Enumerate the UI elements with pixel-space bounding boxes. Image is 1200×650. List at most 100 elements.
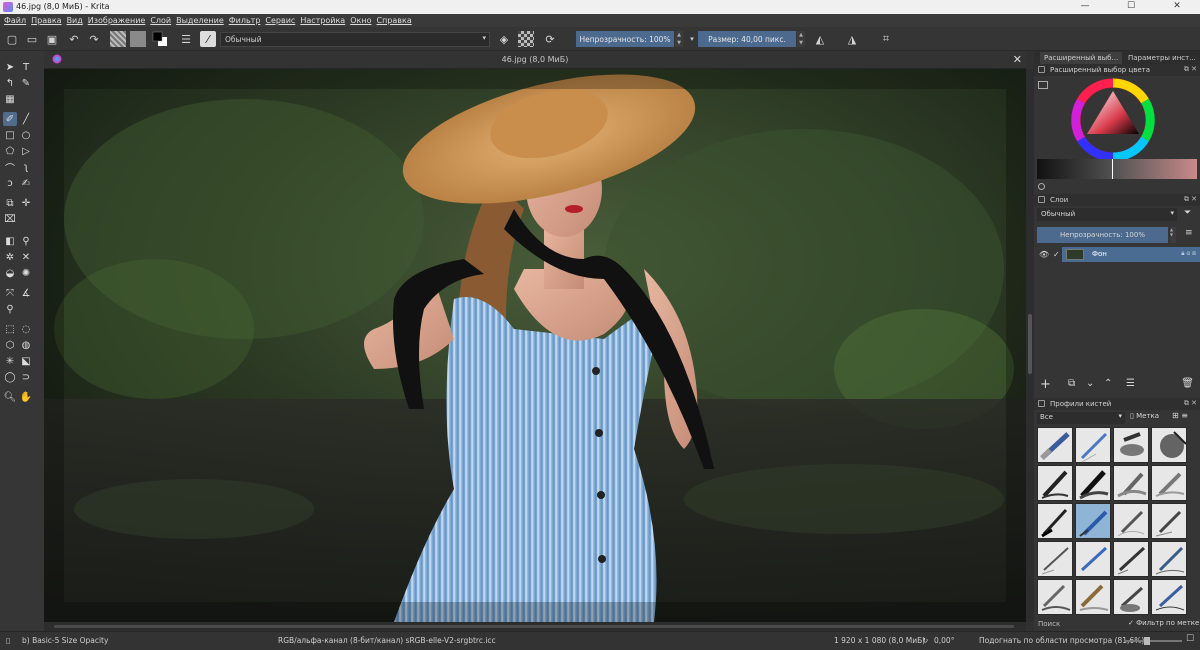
brush-preset[interactable]	[1037, 579, 1073, 615]
edit-shapes-tool-icon[interactable]: ↰	[3, 76, 17, 90]
duplicate-layer-icon[interactable]: ⧉	[1068, 378, 1075, 389]
color-selector[interactable]	[1034, 77, 1200, 192]
fg-bg-color-icon[interactable]	[152, 31, 168, 47]
color-settings-icon[interactable]	[1038, 81, 1048, 89]
close-document-icon[interactable]: ✕	[1013, 53, 1022, 66]
menu-settings[interactable]: Настройка	[300, 16, 345, 25]
undo-icon[interactable]: ↶	[66, 31, 82, 47]
layers-opacity-slider[interactable]: Непрозрачность: 100%	[1037, 227, 1168, 243]
docker-lock-icon[interactable]	[1038, 196, 1045, 203]
brush-preset[interactable]	[1151, 579, 1187, 615]
brush-preset-icon[interactable]: ⁄	[200, 31, 216, 47]
menu-view[interactable]: Вид	[67, 16, 83, 25]
mirror-vertical-icon[interactable]: ◮	[844, 31, 860, 47]
opacity-spin-icon[interactable]: ▲ ▼	[675, 31, 683, 47]
brush-search-input[interactable]: Поиск	[1038, 620, 1060, 628]
layer-filter-icon[interactable]: ⏷	[1184, 208, 1191, 218]
layer-checkbox-icon[interactable]: ✓	[1053, 250, 1060, 259]
menu-layer[interactable]: Слой	[150, 16, 171, 25]
rotation-value[interactable]: 0,00°	[934, 636, 954, 645]
enclose-fill-tool-icon[interactable]: ✺	[19, 266, 33, 280]
brush-preset[interactable]	[1037, 503, 1073, 539]
horizontal-scrollbar[interactable]	[44, 622, 1026, 631]
delete-layer-icon[interactable]: 🗑︎	[1181, 378, 1194, 389]
brush-preset[interactable]	[1075, 541, 1111, 577]
brush-preset[interactable]	[1113, 427, 1149, 463]
brush-preset[interactable]	[1151, 503, 1187, 539]
polyline-tool-icon[interactable]: ▷	[19, 144, 33, 158]
freehand-path-tool-icon[interactable]: ʅ	[19, 160, 33, 174]
zoom-options-icon[interactable]: ☐	[1186, 634, 1194, 644]
color-picker-tool-icon[interactable]: ⚲	[19, 234, 33, 248]
brush-preset[interactable]	[1037, 541, 1073, 577]
layers-blend-select[interactable]: Обычный ▾	[1037, 208, 1177, 221]
reference-images-tool-icon[interactable]: ▦	[3, 92, 17, 106]
wrap-around-icon[interactable]: ⌗	[878, 31, 894, 47]
brush-preset[interactable]	[1113, 541, 1149, 577]
brush-preset[interactable]	[1037, 427, 1073, 463]
layer-options-icon[interactable]: ≡	[1185, 228, 1193, 238]
brush-preset[interactable]	[1151, 427, 1187, 463]
brush-preset[interactable]	[1113, 503, 1149, 539]
move-layer-down-icon[interactable]: ⌄	[1086, 378, 1094, 389]
text-tool-icon[interactable]: T	[19, 60, 33, 74]
blend-mode-select[interactable]: Обычный ▾	[220, 32, 490, 47]
document-tab-title[interactable]: 46.jpg (8,0 МиБ)	[44, 55, 1026, 64]
brush-preset[interactable]	[1113, 579, 1149, 615]
dynamic-brush-tool-icon[interactable]: ↄ	[3, 176, 17, 190]
menu-edit[interactable]: Правка	[31, 16, 61, 25]
freehand-brush-tool-icon[interactable]: ✐	[3, 112, 17, 126]
add-layer-icon[interactable]: +	[1040, 377, 1051, 392]
scroll-thumb[interactable]	[54, 625, 1014, 628]
brush-preset[interactable]	[1075, 427, 1111, 463]
vertical-scrollbar[interactable]	[1026, 69, 1034, 622]
eye-visibility-icon[interactable]: 👁︎	[1039, 250, 1049, 259]
tab-tool-options[interactable]: Параметры инст...	[1124, 52, 1200, 64]
zoom-slider-handle[interactable]	[1144, 637, 1150, 645]
layer-lock-icons[interactable]: 🔒︎ α ⧈	[1181, 250, 1196, 258]
filter-by-tag-checkbox[interactable]: ✓ Фильтр по метке	[1128, 619, 1199, 627]
multibrush-tool-icon[interactable]: ✍	[19, 176, 33, 190]
shade-selector[interactable]	[1037, 159, 1197, 179]
polygonal-selection-tool-icon[interactable]: ⬡	[3, 338, 17, 352]
tab-advanced-color-selector[interactable]: Расширенный выб...	[1040, 52, 1123, 64]
pattern-swatch-icon[interactable]	[130, 31, 146, 47]
colorize-mask-tool-icon[interactable]: ✕	[19, 250, 33, 264]
alpha-lock-icon[interactable]	[518, 31, 534, 47]
rectangle-tool-icon[interactable]: □	[3, 128, 17, 142]
open-folder-icon[interactable]: ▭	[24, 31, 40, 47]
zoom-tool-icon[interactable]: 🔍︎	[3, 390, 17, 404]
bezier-selection-tool-icon[interactable]: ◯	[3, 370, 17, 384]
docker-lock-icon[interactable]	[1038, 400, 1045, 407]
menu-file[interactable]: Файл	[4, 16, 26, 25]
polygon-tool-icon[interactable]: ⬠	[3, 144, 17, 158]
redo-icon[interactable]: ↷	[86, 31, 102, 47]
reload-preset-icon[interactable]: ⟳	[542, 31, 558, 47]
layer-row[interactable]: Фон 🔒︎ α ⧈	[1062, 247, 1200, 262]
calligraphy-tool-icon[interactable]: ✎	[19, 76, 33, 90]
brush-preset[interactable]	[1037, 465, 1073, 501]
opacity-slider[interactable]: Непрозрачность: 100%	[576, 31, 674, 47]
eraser-icon[interactable]: ◈	[496, 31, 512, 47]
menu-select[interactable]: Выделение	[176, 16, 224, 25]
rectangular-selection-tool-icon[interactable]: ⬚	[3, 322, 17, 336]
menu-window[interactable]: Окно	[350, 16, 371, 25]
select-shapes-tool-icon[interactable]: ➤	[3, 60, 17, 74]
docker-float-close-icon[interactable]: ⧉ ✕	[1184, 399, 1197, 408]
menu-tools[interactable]: Сервис	[265, 16, 295, 25]
color-history-icon[interactable]	[1038, 183, 1045, 190]
crop-tool-icon[interactable]: ⧉	[3, 196, 17, 210]
brush-tag-button[interactable]: ▯ Метка	[1130, 412, 1159, 420]
docker-float-close-icon[interactable]: ⧉ ✕	[1184, 65, 1197, 74]
canvas[interactable]	[44, 69, 1026, 622]
ellipse-tool-icon[interactable]: ○	[19, 128, 33, 142]
layer-properties-icon[interactable]: ☰	[1126, 378, 1135, 389]
brush-preset[interactable]	[1151, 465, 1187, 501]
move-tool-icon[interactable]: ✛	[19, 196, 33, 210]
smart-patch-tool-icon[interactable]: ✲	[3, 250, 17, 264]
minimize-button[interactable]: —	[1062, 0, 1108, 14]
scroll-thumb[interactable]	[1028, 314, 1032, 374]
size-slider[interactable]: Размер: 40,00 пикс.	[698, 31, 796, 47]
new-document-icon[interactable]: ▢	[4, 31, 20, 47]
brush-preset[interactable]	[1075, 579, 1111, 615]
